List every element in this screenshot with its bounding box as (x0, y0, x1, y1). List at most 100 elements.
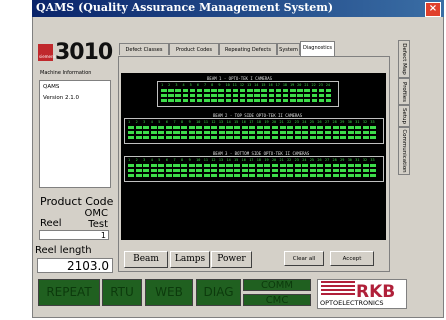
camera-status-indicator (264, 169, 271, 172)
camera-status-indicator (268, 99, 275, 102)
camera-number: 11 (203, 120, 208, 124)
camera-number: 31 (355, 158, 360, 162)
tab-profiles[interactable]: Profiles (398, 78, 410, 105)
camera-status-indicator (211, 164, 218, 167)
camera-status-indicator (225, 99, 232, 102)
camera-status-indicator (268, 94, 275, 97)
camera-status-indicator (143, 174, 150, 177)
camera-status-indicator (241, 169, 248, 172)
tab-repeating-defects[interactable]: Repeating Defects (219, 43, 277, 55)
camera-status-indicator (165, 164, 172, 167)
camera-status-indicator (181, 164, 188, 167)
camera-status-indicator (297, 94, 303, 97)
tab-defect-classes[interactable]: Defect Classes (119, 43, 169, 55)
camera-status-indicator (279, 169, 286, 172)
machine-info-list[interactable]: QAMS Version 2.1.0 (39, 80, 111, 188)
camera-status-indicator (128, 126, 135, 129)
tab-communication[interactable]: Communication (398, 127, 410, 175)
camera-status-indicator (264, 131, 271, 134)
camera-number: 14 (254, 83, 259, 87)
camera-status-indicator (196, 126, 203, 129)
tab-diagnostics[interactable]: Diagnostics (300, 41, 335, 56)
camera-status-indicator (203, 131, 210, 134)
close-button[interactable]: × (425, 2, 441, 17)
camera-status-indicator (247, 99, 253, 102)
camera-status-indicator (232, 89, 239, 92)
camera-number: 12 (239, 83, 245, 87)
beam-button[interactable]: Beam (124, 251, 168, 268)
camera-status-indicator (226, 174, 233, 177)
camera-status-indicator (150, 164, 157, 167)
camera-number: 28 (332, 120, 337, 124)
camera-status-indicator (355, 164, 362, 167)
camera-status-indicator (165, 131, 172, 134)
tab-product-codes[interactable]: Product Codes (169, 43, 219, 55)
camera-status-indicator (347, 131, 354, 134)
web-indicator: WEB (145, 279, 193, 306)
camera-number: 3 (175, 83, 178, 87)
camera-number: 14 (226, 120, 231, 124)
camera-status-indicator (218, 136, 225, 139)
camera-status-indicator (218, 164, 225, 167)
camera-status-indicator (294, 136, 301, 139)
camera-status-indicator (168, 89, 174, 92)
camera-status-indicator (325, 89, 332, 92)
tab-setup[interactable]: Setup (398, 105, 410, 127)
camera-status-indicator (211, 126, 218, 129)
camera-status-indicator (297, 89, 303, 92)
camera-status-indicator (218, 126, 225, 129)
camera-number: 11 (203, 158, 208, 162)
tab-system[interactable]: System (277, 43, 300, 55)
camera-number: 29 (340, 158, 345, 162)
camera-status-indicator (332, 174, 339, 177)
camera-number: 11 (232, 83, 237, 87)
camera-status-indicator (282, 89, 289, 92)
camera-number: 18 (256, 158, 261, 162)
camera-number: 1 (128, 120, 131, 124)
accept-button[interactable]: Accept (330, 251, 374, 266)
camera-status-indicator (150, 169, 157, 172)
camera-status-indicator (196, 136, 203, 139)
camera-status-indicator (304, 89, 310, 92)
machine-info-item: Version 2.1.0 (43, 95, 79, 101)
camera-status-indicator (302, 169, 309, 172)
clear-all-button[interactable]: Clear all (284, 251, 324, 266)
camera-status-indicator (264, 174, 271, 177)
camera-status-indicator (234, 136, 241, 139)
camera-status-indicator (355, 174, 362, 177)
power-button[interactable]: Power (211, 251, 252, 268)
camera-status-indicator (287, 131, 294, 134)
camera-status-indicator (304, 99, 310, 102)
camera-status-indicator (196, 131, 203, 134)
camera-status-indicator (324, 164, 332, 167)
camera-status-indicator (324, 174, 332, 177)
camera-status-indicator (165, 169, 172, 172)
camera-status-indicator (249, 174, 256, 177)
camera-status-indicator (362, 164, 369, 167)
tab-defect-map[interactable]: Defect Map (398, 40, 410, 78)
camera-status-indicator (247, 94, 253, 97)
camera-number: 24 (325, 83, 331, 87)
camera-number: 20 (297, 83, 302, 87)
badge-text: siemens (39, 54, 56, 59)
camera-status-indicator (181, 126, 188, 129)
camera-status-indicator (203, 169, 210, 172)
camera-status-indicator (188, 169, 195, 172)
camera-status-indicator (362, 169, 369, 172)
camera-status-indicator (241, 126, 248, 129)
camera-status-indicator (203, 136, 210, 139)
camera-number: 10 (225, 83, 230, 87)
camera-number: 6 (165, 120, 168, 124)
camera-status-indicator (311, 94, 318, 97)
lamps-button[interactable]: Lamps (170, 251, 210, 268)
camera-status-indicator (309, 126, 316, 129)
camera-status-indicator (234, 169, 241, 172)
camera-status-indicator (161, 94, 167, 97)
camera-status-indicator (150, 131, 157, 134)
camera-status-indicator (161, 89, 167, 92)
camera-status-indicator (218, 169, 225, 172)
camera-number: 3 (143, 158, 146, 162)
camera-status-indicator (173, 174, 180, 177)
camera-number: 13 (218, 120, 224, 124)
camera-status-indicator (279, 136, 286, 139)
